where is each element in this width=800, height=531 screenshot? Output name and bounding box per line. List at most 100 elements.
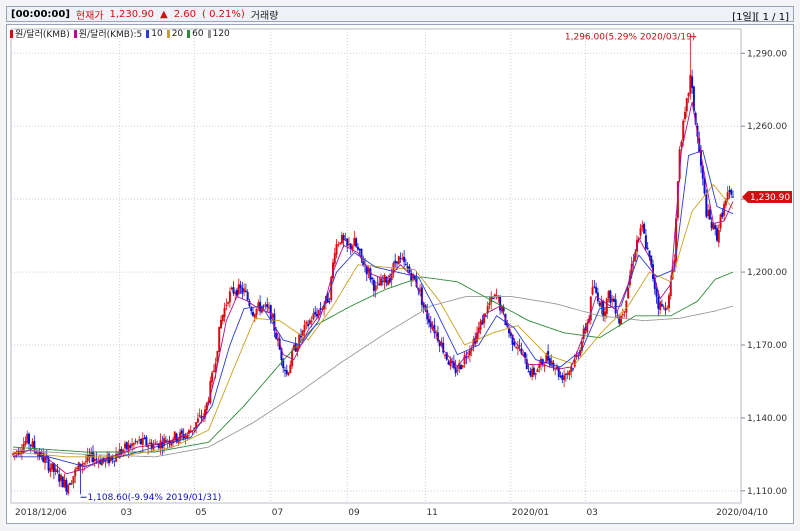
candle-body — [660, 303, 663, 307]
candle-body — [170, 441, 173, 446]
x-tick-label: 07 — [272, 508, 283, 518]
candle-body — [196, 418, 199, 423]
low-annotation: 1,108.60(-9.94% 2019/01/31) — [88, 493, 222, 503]
candle-body — [266, 304, 269, 308]
candle-body — [220, 319, 222, 329]
candle-body — [61, 476, 64, 488]
candle-body — [225, 304, 228, 306]
candle-body — [444, 354, 446, 356]
candle-body — [250, 307, 253, 312]
candle-body — [134, 440, 137, 442]
candle-body — [726, 192, 729, 200]
candle-body — [376, 282, 379, 284]
candle-body — [387, 280, 390, 286]
candle-body — [461, 365, 464, 368]
quote-time: [00:00:00] — [11, 8, 70, 20]
candle-body — [76, 467, 78, 469]
candle-body — [447, 361, 450, 365]
candle-body — [298, 334, 301, 349]
candle-body — [685, 98, 688, 112]
candle-body — [664, 307, 667, 311]
candle-body — [269, 305, 272, 320]
candle-body — [284, 369, 286, 371]
candle-body — [13, 452, 16, 454]
candle-body — [502, 307, 505, 312]
candle-body — [344, 239, 347, 241]
candle-body — [346, 238, 349, 246]
chart-frame[interactable]: 1,290.001,260.001,230.001,200.001,170.00… — [6, 24, 794, 524]
candle-body — [154, 442, 157, 444]
candle-body — [708, 209, 711, 220]
candle-body — [131, 443, 134, 446]
candle-body — [182, 433, 185, 439]
candle-body — [566, 373, 569, 375]
candle-body — [355, 238, 358, 247]
candle-body — [721, 212, 724, 217]
candle-body — [591, 287, 594, 295]
candle-body — [140, 438, 142, 445]
candle-body — [381, 280, 384, 282]
candle-body — [577, 355, 580, 357]
candle-body — [403, 256, 406, 262]
candle-body — [328, 301, 331, 303]
candle-body — [141, 437, 144, 445]
candle-body — [396, 261, 398, 264]
candle-body — [125, 442, 128, 450]
candle-body — [310, 320, 313, 323]
candle-body — [643, 223, 646, 234]
chart-legend: 원/달러(KMB) 원/달러(KMB):5 10 20 60 120 — [10, 27, 230, 40]
candle-body — [228, 291, 231, 303]
candle-body — [513, 342, 516, 346]
candle-body — [31, 441, 34, 448]
candle-body — [93, 458, 96, 462]
candle-body — [527, 371, 530, 373]
candle-body — [268, 307, 270, 309]
candle-body — [159, 440, 162, 449]
candle-body — [732, 196, 734, 198]
candle-body — [358, 248, 361, 251]
candle-body — [406, 265, 409, 269]
price-tag-label: 1,230.90 — [750, 193, 790, 203]
candle-body — [90, 451, 93, 457]
candle-body — [621, 314, 624, 316]
candle-body — [662, 306, 665, 308]
candle-body — [33, 440, 36, 450]
candle-body — [132, 443, 135, 445]
high-annotation: 1,296.00(5.29% 2020/03/19) — [565, 33, 695, 43]
candle-body — [714, 225, 717, 229]
candle-body — [465, 356, 468, 358]
page-info[interactable]: [1일][ 1 / 1] — [732, 8, 789, 23]
candle-body — [95, 458, 98, 460]
candle-body — [239, 284, 242, 289]
candle-body — [244, 290, 247, 292]
candle-body — [68, 483, 71, 485]
candle-body — [388, 278, 391, 283]
candle-body — [563, 375, 566, 381]
legend-series2: 원/달러(KMB):5 — [73, 27, 142, 40]
price-chart[interactable]: 1,290.001,260.001,230.001,200.001,170.00… — [7, 25, 795, 525]
candle-body — [253, 314, 256, 318]
candle-body — [316, 313, 318, 317]
candle-body — [211, 372, 214, 383]
candle-body — [342, 234, 345, 241]
candle-body — [655, 288, 658, 297]
candle-body — [54, 468, 57, 473]
candle-body — [230, 287, 233, 290]
candle-body — [237, 284, 240, 295]
candle-body — [28, 433, 30, 444]
candle-body — [305, 321, 308, 324]
candle-body — [255, 308, 258, 315]
candle-body — [556, 366, 558, 369]
candle-body — [488, 302, 491, 306]
candle-body — [138, 439, 141, 441]
candle-body — [356, 246, 359, 250]
candle-body — [659, 301, 662, 311]
candle-body — [221, 314, 224, 322]
y-tick-label: 1,260.00 — [747, 122, 787, 132]
candle-body — [143, 438, 146, 440]
candle-body — [497, 297, 500, 299]
candle-body — [186, 434, 189, 438]
candle-body — [518, 345, 521, 347]
candle-body — [538, 364, 541, 368]
candle-body — [262, 305, 265, 307]
